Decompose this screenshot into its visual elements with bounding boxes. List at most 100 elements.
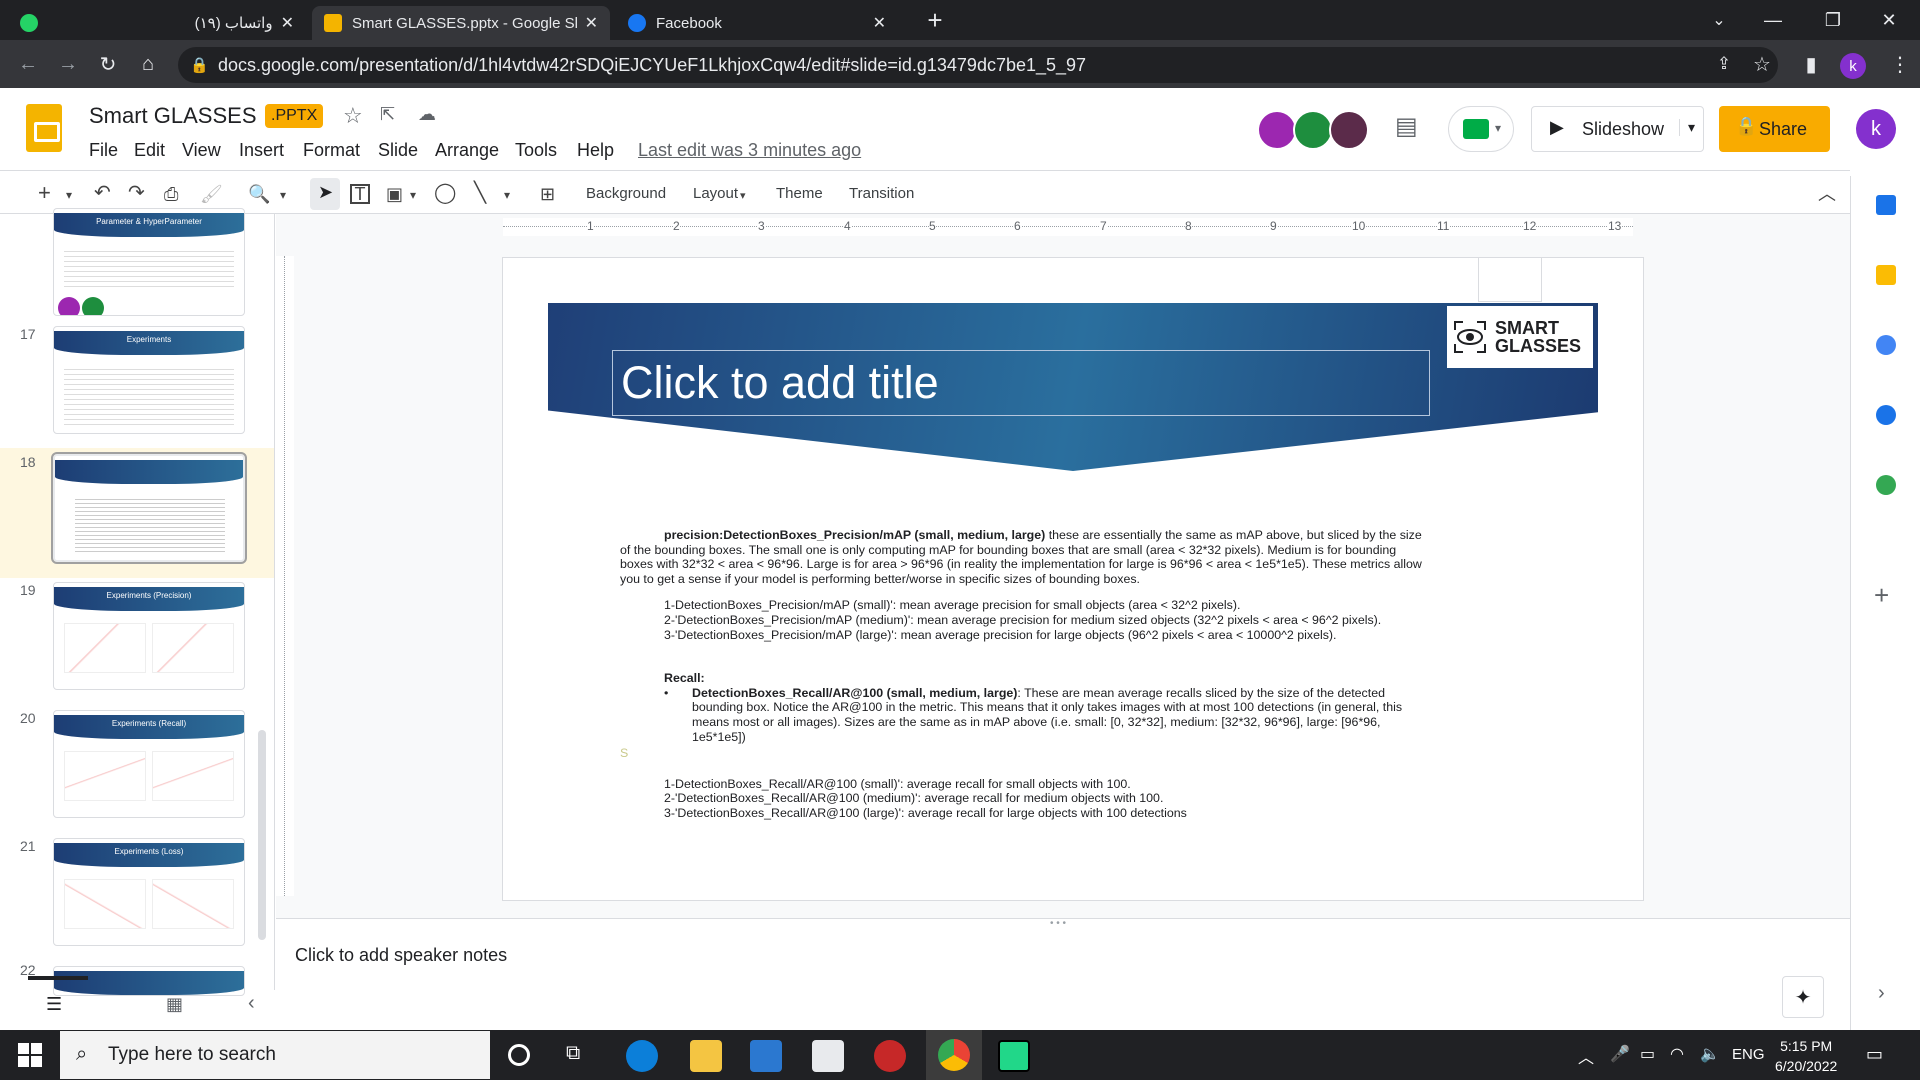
chevron-down-icon[interactable]: ▾ xyxy=(66,188,72,202)
restore-button[interactable]: ❐ xyxy=(1810,0,1856,40)
theme-button[interactable]: Theme xyxy=(776,185,823,202)
task-view-icon[interactable]: ⧉ xyxy=(566,1042,580,1065)
explore-button[interactable]: ✦ xyxy=(1782,976,1824,1018)
slides-logo-icon[interactable] xyxy=(26,104,62,152)
undo-icon[interactable]: ↶ xyxy=(94,180,111,205)
redo-icon[interactable]: ↷ xyxy=(128,180,145,205)
slide-thumbnail[interactable] xyxy=(53,966,245,996)
filmstrip-scrollbar[interactable] xyxy=(258,730,266,940)
print-icon[interactable]: ⎙ xyxy=(164,184,178,205)
expand-panel-icon[interactable]: › xyxy=(1878,982,1885,1005)
notifications-icon[interactable]: ▭ xyxy=(1866,1044,1883,1065)
shape-icon[interactable]: ◯ xyxy=(434,180,456,205)
back-arrow-icon[interactable]: ← xyxy=(14,50,42,78)
collaborator-avatar[interactable] xyxy=(1293,110,1333,150)
background-button[interactable]: Background xyxy=(586,185,666,202)
menu-view[interactable]: View xyxy=(182,140,221,161)
cortana-icon[interactable] xyxy=(508,1044,530,1066)
grid-view-icon[interactable]: ▦ xyxy=(166,994,183,1015)
slide-thumbnail[interactable]: Experiments (Loss) xyxy=(53,838,245,946)
document-title[interactable]: Smart GLASSES xyxy=(89,103,257,129)
line-icon[interactable]: ╲ xyxy=(474,180,486,205)
clock[interactable]: 5:15 PM 6/20/2022 xyxy=(1775,1036,1837,1076)
menu-tools[interactable]: Tools xyxy=(515,140,557,161)
battery-icon[interactable]: ▭ xyxy=(1640,1044,1655,1064)
sidebar-icon[interactable]: ▮ xyxy=(1797,50,1825,78)
windows-start-icon[interactable] xyxy=(18,1043,42,1067)
chevron-down-icon[interactable]: ▾ xyxy=(504,188,510,202)
edge-icon[interactable] xyxy=(626,1040,658,1072)
slide-thumbnail[interactable]: Experiments (Recall) xyxy=(53,710,245,818)
contacts-icon[interactable] xyxy=(1876,405,1896,425)
microphone-icon[interactable]: 🎤 xyxy=(1610,1044,1630,1064)
url-text[interactable]: docs.google.com/presentation/d/1hl4vtdw4… xyxy=(218,55,1086,76)
move-icon[interactable]: ⇱ xyxy=(380,104,395,125)
filmstrip-view-icon[interactable]: ☰ xyxy=(46,994,62,1015)
paint-format-icon[interactable]: 🖌 xyxy=(200,184,223,205)
store-icon[interactable] xyxy=(750,1040,782,1072)
home-icon[interactable]: ⌂ xyxy=(134,50,162,78)
vertical-ruler[interactable] xyxy=(276,256,294,896)
select-tool[interactable]: ➤ xyxy=(310,178,340,210)
star-icon[interactable]: ☆ xyxy=(343,103,363,129)
tab-search-chevron-icon[interactable]: ⌄ xyxy=(1696,0,1742,40)
wifi-icon[interactable]: ◠ xyxy=(1670,1044,1684,1064)
share-page-icon[interactable]: ⇪ xyxy=(1710,50,1738,78)
horizontal-ruler[interactable]: 1 2 3 4 5 6 7 8 9 10 11 12 13 xyxy=(503,218,1633,236)
slide-thumbnail-selected[interactable] xyxy=(51,452,247,564)
taskbar-search-box[interactable]: ⌕ Type here to search xyxy=(60,1031,490,1079)
slide-thumbnail[interactable]: Parameter & HyperParameter xyxy=(53,208,245,316)
tab-whatsapp[interactable]: (١٩) واتساب ✕ xyxy=(8,6,306,40)
add-addon-icon[interactable]: + xyxy=(1874,580,1889,611)
new-slide-icon[interactable]: + xyxy=(38,180,51,206)
slideshow-button[interactable]: ▶ Slideshow ▾ xyxy=(1531,106,1704,152)
meet-button[interactable]: ▾ xyxy=(1448,106,1514,152)
chevron-down-icon[interactable]: ▾ xyxy=(740,189,746,202)
tab-google-slides[interactable]: Smart GLASSES.pptx - Google Sli ✕ xyxy=(312,6,610,40)
slide-body-text[interactable]: precision:DetectionBoxes_Precision/mAP (… xyxy=(620,528,1428,821)
collapse-toolbar-icon[interactable]: ︿ xyxy=(1818,180,1836,206)
menu-insert[interactable]: Insert xyxy=(239,140,284,161)
close-icon[interactable]: ✕ xyxy=(585,13,598,33)
cloud-status-icon[interactable]: ☁ xyxy=(418,104,436,125)
comment-add-icon[interactable]: ⊞ xyxy=(540,184,555,205)
chevron-down-icon[interactable]: ▾ xyxy=(280,188,286,202)
bookmark-star-icon[interactable]: ☆ xyxy=(1748,50,1776,78)
reload-icon[interactable]: ↻ xyxy=(94,50,122,78)
tray-chevron-icon[interactable]: ︿ xyxy=(1578,1044,1594,1068)
layout-button[interactable]: Layout xyxy=(693,185,738,202)
minimize-button[interactable]: — xyxy=(1750,0,1796,40)
volume-icon[interactable]: 🔈 xyxy=(1700,1044,1720,1064)
close-icon[interactable]: ✕ xyxy=(873,13,886,33)
chevron-down-icon[interactable]: ▾ xyxy=(410,188,416,202)
slide-thumbnail[interactable]: Experiments (Precision) xyxy=(53,582,245,690)
menu-help[interactable]: Help xyxy=(577,140,614,161)
menu-format[interactable]: Format xyxy=(303,140,360,161)
close-icon[interactable]: ✕ xyxy=(281,13,294,33)
close-window-button[interactable]: ✕ xyxy=(1866,0,1912,40)
text-box-icon[interactable]: T xyxy=(350,184,370,204)
pycharm-icon[interactable] xyxy=(998,1040,1030,1072)
empty-shape[interactable] xyxy=(1478,258,1542,302)
maps-icon[interactable] xyxy=(1876,475,1896,495)
transition-button[interactable]: Transition xyxy=(849,185,914,202)
zoom-icon[interactable]: 🔍 xyxy=(248,184,270,205)
lock-icon[interactable]: 🔒 xyxy=(190,56,209,74)
image-icon[interactable]: ▣ xyxy=(386,184,403,205)
keep-icon[interactable] xyxy=(1876,265,1896,285)
chrome-taskbar-active[interactable] xyxy=(926,1030,982,1080)
share-button[interactable]: 🔒 Share xyxy=(1719,106,1830,152)
speaker-notes[interactable]: Click to add speaker notes xyxy=(295,945,507,966)
menu-arrange[interactable]: Arrange xyxy=(435,140,499,161)
new-tab-button[interactable]: + xyxy=(912,0,958,40)
more-menu-icon[interactable]: ⋮ xyxy=(1886,50,1914,78)
comments-icon[interactable]: ▤ xyxy=(1395,112,1418,141)
file-explorer-icon[interactable] xyxy=(690,1040,722,1072)
language-indicator[interactable]: ENG xyxy=(1732,1046,1765,1063)
menu-slide[interactable]: Slide xyxy=(378,140,418,161)
tab-facebook[interactable]: Facebook ✕ xyxy=(616,6,898,40)
last-edit-link[interactable]: Last edit was 3 minutes ago xyxy=(638,140,861,161)
calendar-icon[interactable] xyxy=(1876,195,1896,215)
profile-avatar[interactable]: k xyxy=(1840,53,1866,79)
chevron-down-icon[interactable]: ▾ xyxy=(1678,119,1695,136)
